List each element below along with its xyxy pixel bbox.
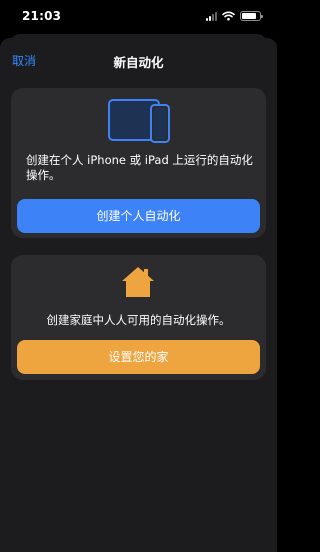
- nav-bar: 取消 新自动化: [0, 38, 277, 82]
- iphone-ipad-icon: [108, 99, 170, 143]
- set-up-home-button[interactable]: 设置您的家: [17, 340, 260, 374]
- cellular-signal-icon: [206, 11, 217, 21]
- home-icon: [122, 267, 154, 297]
- personal-automation-card: 创建在个人 iPhone 或 iPad 上运行的自动化操作。 创建个人自动化: [11, 88, 266, 238]
- status-time: 21:03: [22, 9, 62, 23]
- home-automation-card: 创建家庭中人人可用的自动化操作。 设置您的家: [11, 255, 266, 380]
- screen: 21:03 取消 新自动化 创建在个人 iPhone 或 iPad 上运行的自动…: [0, 0, 277, 552]
- new-automation-sheet: 取消 新自动化 创建在个人 iPhone 或 iPad 上运行的自动化操作。 创…: [0, 38, 277, 552]
- battery-icon: [240, 11, 263, 21]
- status-bar: 21:03: [0, 0, 277, 34]
- wifi-icon: [222, 11, 235, 21]
- status-icons: [206, 11, 263, 21]
- personal-automation-description: 创建在个人 iPhone 或 iPad 上运行的自动化操作。: [26, 153, 253, 182]
- page-title: 新自动化: [113, 55, 164, 70]
- home-automation-description: 创建家庭中人人可用的自动化操作。: [46, 313, 231, 327]
- create-personal-automation-button[interactable]: 创建个人自动化: [17, 199, 260, 233]
